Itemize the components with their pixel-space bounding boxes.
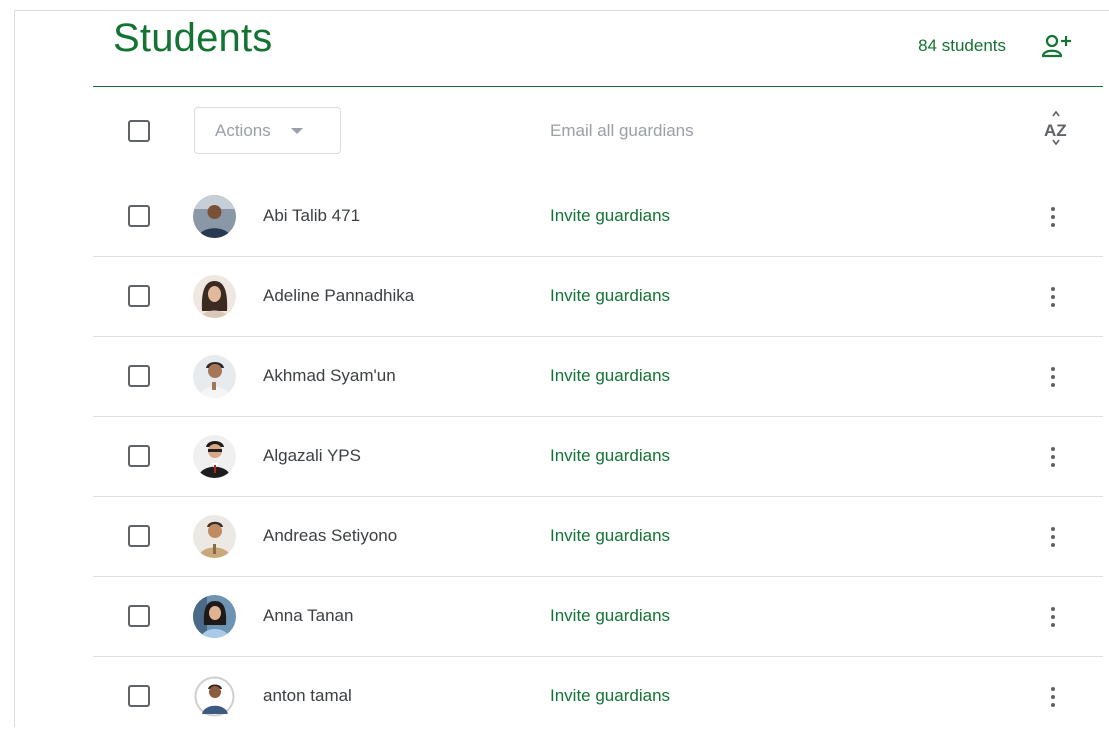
student-name: Anna Tanan bbox=[263, 606, 354, 625]
student-name: Andreas Setiyono bbox=[263, 526, 398, 545]
student-row: Akhmad Syam'un Invite guardians bbox=[93, 337, 1103, 417]
student-row: Abi Talib 471 Invite guardians bbox=[93, 177, 1103, 257]
student-row: anton tamal Invite guardians bbox=[93, 657, 1103, 736]
list-toolbar: Actions Email all guardians AZ bbox=[93, 87, 1103, 177]
student-name: anton tamal bbox=[263, 686, 352, 705]
more-vert-icon[interactable] bbox=[1033, 201, 1073, 233]
avatar[interactable] bbox=[193, 195, 236, 238]
more-vert-icon[interactable] bbox=[1033, 281, 1073, 313]
avatar[interactable] bbox=[193, 355, 236, 398]
student-name: Akhmad Syam'un bbox=[263, 366, 396, 385]
avatar[interactable] bbox=[193, 435, 236, 478]
student-checkbox[interactable] bbox=[128, 365, 150, 387]
invite-guardians-link[interactable]: Invite guardians bbox=[550, 526, 670, 546]
student-row: Anna Tanan Invite guardians bbox=[93, 577, 1103, 657]
avatar[interactable] bbox=[193, 515, 236, 558]
sort-az-icon: AZ bbox=[1044, 110, 1067, 146]
more-vert-icon[interactable] bbox=[1033, 521, 1073, 553]
student-name: Algazali YPS bbox=[263, 446, 361, 465]
invite-guardians-link[interactable]: Invite guardians bbox=[550, 446, 670, 466]
student-checkbox[interactable] bbox=[128, 205, 150, 227]
more-vert-icon[interactable] bbox=[1033, 361, 1073, 393]
actions-dropdown[interactable]: Actions bbox=[194, 107, 341, 154]
student-row: Adeline Pannadhika Invite guardians bbox=[93, 257, 1103, 337]
invite-guardians-link[interactable]: Invite guardians bbox=[550, 606, 670, 626]
avatar[interactable] bbox=[193, 675, 236, 718]
student-checkbox[interactable] bbox=[128, 445, 150, 467]
actions-label: Actions bbox=[215, 120, 271, 140]
student-count: 84 students bbox=[918, 36, 1006, 55]
student-list: Abi Talib 471 Invite guardians Adeline P… bbox=[93, 177, 1103, 736]
invite-guardians-link[interactable]: Invite guardians bbox=[550, 206, 670, 226]
students-header: Students 84 students bbox=[93, 10, 1103, 87]
student-checkbox[interactable] bbox=[128, 285, 150, 307]
student-name: Adeline Pannadhika bbox=[263, 286, 415, 305]
more-vert-icon[interactable] bbox=[1033, 681, 1073, 713]
student-row: Algazali YPS Invite guardians bbox=[93, 417, 1103, 497]
invite-guardians-link[interactable]: Invite guardians bbox=[550, 686, 670, 706]
avatar[interactable] bbox=[193, 275, 236, 318]
caret-down-icon bbox=[290, 127, 303, 134]
invite-guardians-link[interactable]: Invite guardians bbox=[550, 366, 670, 386]
invite-guardians-link[interactable]: Invite guardians bbox=[550, 286, 670, 306]
student-checkbox[interactable] bbox=[128, 605, 150, 627]
more-vert-icon[interactable] bbox=[1033, 441, 1073, 473]
select-all-checkbox[interactable] bbox=[128, 120, 150, 142]
page-title: Students bbox=[113, 16, 273, 60]
student-row: Andreas Setiyono Invite guardians bbox=[93, 497, 1103, 577]
email-all-guardians-link[interactable]: Email all guardians bbox=[550, 121, 694, 141]
sort-label: AZ bbox=[1044, 121, 1067, 140]
more-vert-icon[interactable] bbox=[1033, 601, 1073, 633]
student-name: Abi Talib 471 bbox=[263, 206, 361, 225]
avatar[interactable] bbox=[193, 595, 236, 638]
person-add-icon bbox=[1041, 34, 1071, 58]
student-checkbox[interactable] bbox=[128, 685, 150, 707]
invite-student-button[interactable] bbox=[1039, 32, 1073, 60]
sort-button[interactable]: AZ bbox=[1039, 109, 1073, 149]
student-checkbox[interactable] bbox=[128, 525, 150, 547]
